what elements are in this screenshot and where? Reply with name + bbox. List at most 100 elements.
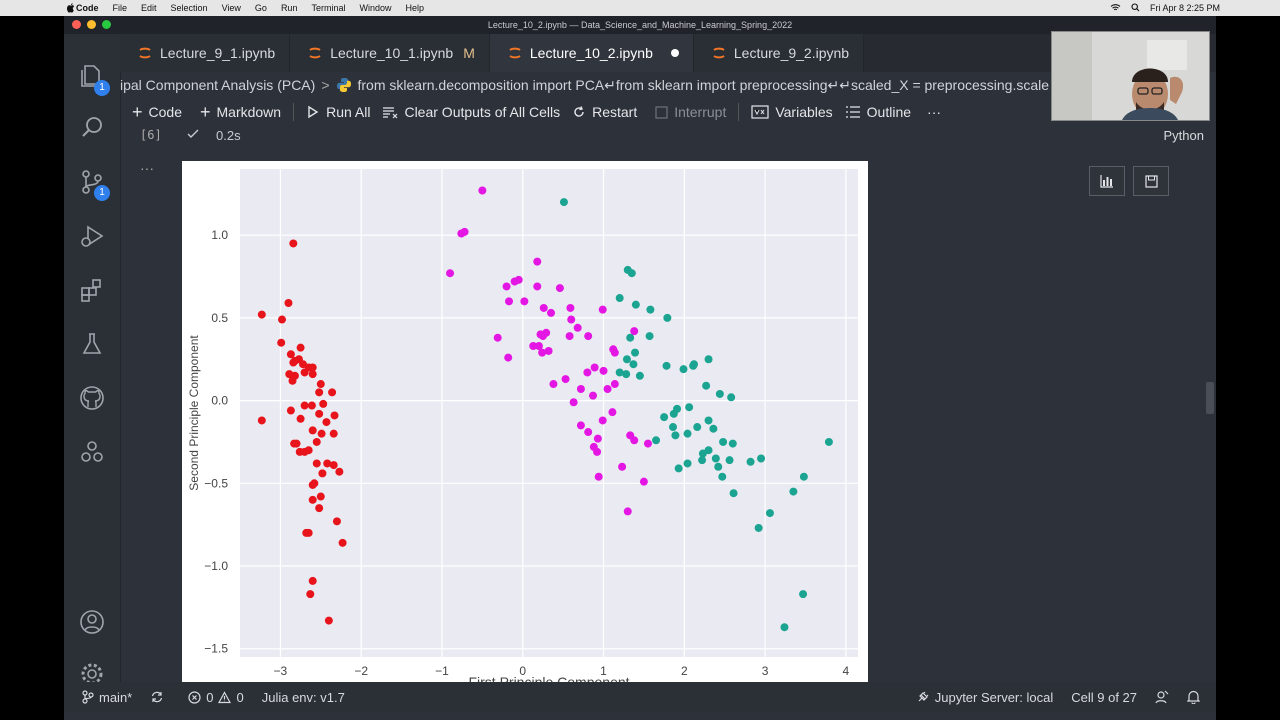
scatter-point bbox=[312, 437, 321, 446]
cell-position-status[interactable]: Cell 9 of 27 bbox=[1071, 690, 1137, 705]
feedback-button[interactable] bbox=[1155, 690, 1169, 704]
search-icon[interactable] bbox=[78, 114, 106, 142]
apple-logo-icon[interactable] bbox=[66, 2, 76, 13]
add-code-cell-button[interactable]: + Code bbox=[132, 102, 182, 122]
execution-count: [6] bbox=[140, 128, 162, 142]
window-controls bbox=[72, 20, 111, 29]
menubar-clock[interactable]: Fri Apr 8 2:25 PM bbox=[1150, 3, 1220, 13]
scatter-point bbox=[593, 434, 602, 443]
clear-outputs-button[interactable]: Clear Outputs of All Cells bbox=[382, 104, 560, 120]
menu-terminal[interactable]: Terminal bbox=[311, 3, 345, 13]
account-icon[interactable] bbox=[78, 608, 106, 636]
tab-lecture-10-1[interactable]: Lecture_10_1.ipynb M bbox=[290, 34, 490, 72]
testing-flask-icon[interactable] bbox=[78, 330, 106, 358]
scatter-point bbox=[307, 401, 316, 410]
scatter-point bbox=[289, 358, 298, 367]
menu-app-name[interactable]: Code bbox=[76, 3, 99, 13]
interrupt-kernel-button[interactable]: Interrupt bbox=[655, 104, 726, 120]
run-all-button[interactable]: Run All bbox=[306, 104, 370, 120]
cell-language[interactable]: Python bbox=[1164, 128, 1204, 143]
scatter-point bbox=[660, 413, 669, 422]
tab-lecture-10-2[interactable]: Lecture_10_2.ipynb bbox=[489, 34, 694, 72]
julia-env-label: Julia env: v1.7 bbox=[261, 689, 345, 705]
variables-label: Variables bbox=[775, 104, 833, 120]
jupyter-server-status[interactable]: Jupyter Server: local bbox=[916, 690, 1053, 705]
scatter-point bbox=[308, 426, 317, 435]
menu-file[interactable]: File bbox=[113, 3, 128, 13]
output-more-actions[interactable]: ··· bbox=[140, 160, 154, 176]
zoom-window-icon[interactable] bbox=[102, 20, 111, 29]
menu-selection[interactable]: Selection bbox=[171, 3, 208, 13]
breadcrumb-code[interactable]: from sklearn.decomposition import PCA↵fr… bbox=[358, 77, 1050, 94]
notifications-button[interactable] bbox=[1187, 690, 1200, 704]
tab-lecture-9-2[interactable]: Lecture_9_2.ipynb bbox=[693, 34, 865, 72]
scatter-point bbox=[300, 401, 309, 410]
plus-icon: + bbox=[132, 102, 143, 122]
scatter-point bbox=[324, 616, 333, 625]
tab-lecture-9-1[interactable]: Lecture_9_1.ipynb bbox=[120, 34, 291, 72]
scatter-point bbox=[631, 348, 640, 357]
scatter-point bbox=[555, 284, 564, 293]
scatter-point bbox=[643, 439, 652, 448]
scatter-point bbox=[289, 239, 298, 248]
unsaved-dot-icon[interactable] bbox=[670, 49, 679, 57]
menu-view[interactable]: View bbox=[222, 3, 241, 13]
scatter-point bbox=[754, 523, 763, 532]
scatter-point bbox=[704, 355, 713, 364]
scatter-point bbox=[615, 294, 624, 303]
jupyter-outline-icon[interactable] bbox=[78, 438, 106, 466]
wifi-icon[interactable] bbox=[1110, 3, 1121, 14]
warning-icon bbox=[218, 690, 232, 703]
menu-help[interactable]: Help bbox=[405, 3, 424, 13]
plot-viewer-button[interactable] bbox=[1089, 166, 1125, 196]
run-debug-icon[interactable] bbox=[78, 222, 106, 250]
problems-status[interactable]: 0 0 bbox=[188, 690, 244, 705]
more-actions-button[interactable]: ··· bbox=[927, 104, 941, 120]
add-markdown-cell-button[interactable]: + Markdown bbox=[200, 103, 281, 121]
sync-button[interactable] bbox=[150, 690, 164, 704]
scatter-point bbox=[576, 421, 585, 430]
scatter-point bbox=[295, 447, 304, 456]
search-menubar-icon[interactable] bbox=[1131, 2, 1140, 14]
close-window-icon[interactable] bbox=[72, 20, 81, 29]
scatter-point bbox=[317, 429, 326, 438]
y-tick-label: −0.5 bbox=[204, 476, 228, 490]
error-icon bbox=[188, 690, 201, 704]
scatter-point bbox=[669, 423, 678, 432]
github-icon[interactable] bbox=[78, 384, 106, 412]
menu-go[interactable]: Go bbox=[255, 3, 267, 13]
scatter-point bbox=[505, 297, 514, 306]
julia-env-status[interactable]: Julia env: v1.7 bbox=[262, 690, 345, 705]
scatter-point bbox=[689, 361, 698, 370]
scatter-point bbox=[277, 338, 286, 347]
scatter-point bbox=[539, 303, 548, 312]
scatter-point bbox=[757, 454, 766, 463]
outline-button[interactable]: Outline bbox=[845, 104, 911, 120]
minimize-window-icon[interactable] bbox=[87, 20, 96, 29]
run-all-icon bbox=[308, 105, 319, 119]
menu-edit[interactable]: Edit bbox=[141, 3, 157, 13]
source-control-badge: 1 bbox=[94, 185, 110, 201]
execution-duration: 0.2s bbox=[216, 128, 241, 143]
scatter-point bbox=[719, 437, 728, 446]
scatter-point bbox=[566, 303, 575, 312]
extensions-icon[interactable] bbox=[78, 276, 106, 304]
restart-kernel-button[interactable]: Restart bbox=[572, 104, 637, 120]
x-tick-label: −2 bbox=[354, 664, 368, 678]
save-output-button[interactable] bbox=[1133, 166, 1169, 196]
scatter-point bbox=[799, 472, 808, 481]
menu-run[interactable]: Run bbox=[281, 3, 298, 13]
git-branch-status[interactable]: main* bbox=[82, 690, 132, 705]
scatter-point bbox=[478, 186, 487, 195]
scatter-point bbox=[725, 456, 734, 465]
breadcrumb-section[interactable]: ipal Component Analysis (PCA) bbox=[120, 77, 315, 93]
scatter-point bbox=[533, 282, 542, 291]
scatter-point bbox=[549, 380, 558, 389]
variables-button[interactable]: Variables bbox=[751, 104, 833, 120]
scatter-point bbox=[589, 391, 598, 400]
scatter-point bbox=[627, 269, 636, 278]
editor-scrollbar-thumb[interactable] bbox=[1206, 382, 1214, 414]
status-bar: main* 0 0 Julia env: v1.7 Jupyter Server… bbox=[64, 682, 1216, 712]
menu-window[interactable]: Window bbox=[359, 3, 391, 13]
bar-chart-icon bbox=[1100, 175, 1113, 188]
